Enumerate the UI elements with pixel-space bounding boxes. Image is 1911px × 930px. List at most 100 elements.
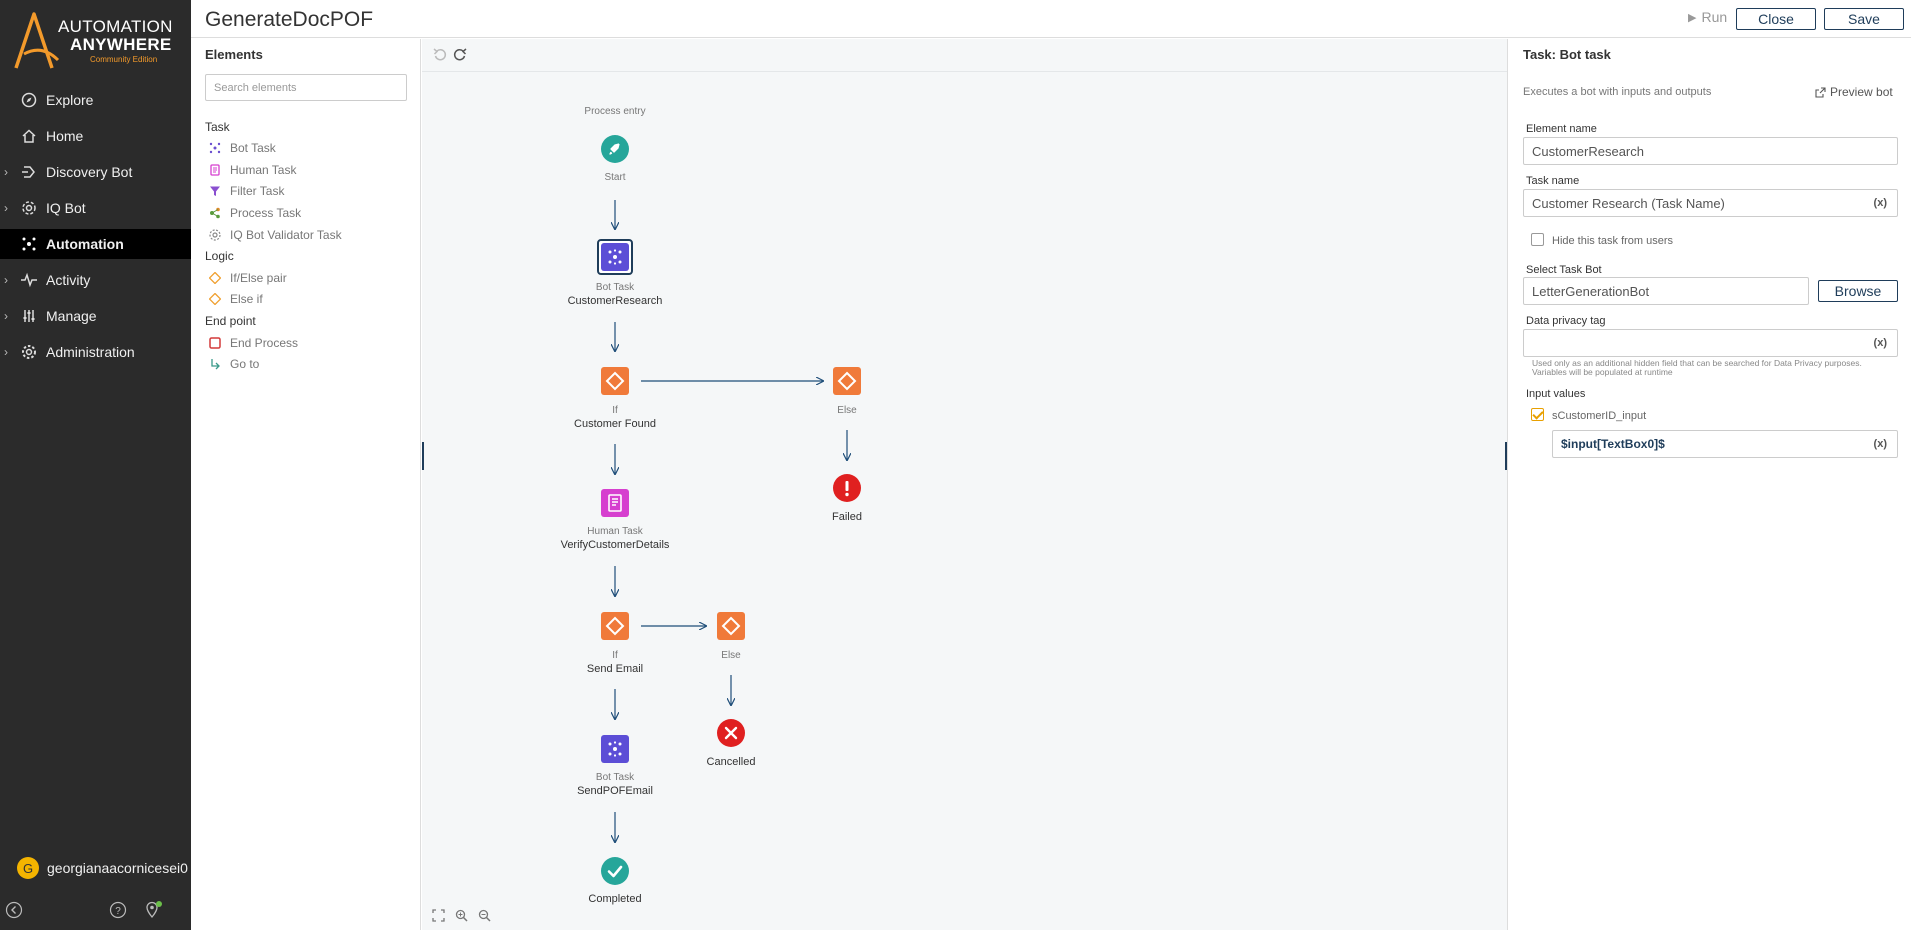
- close-button[interactable]: Close: [1736, 8, 1816, 30]
- element-bot-task[interactable]: Bot Task: [209, 141, 276, 155]
- element-go-to[interactable]: Go to: [209, 357, 259, 371]
- task-name-field[interactable]: Customer Research (Task Name) (x): [1523, 189, 1898, 217]
- error-icon: [833, 474, 861, 502]
- nav-item-explore[interactable]: Explore: [0, 85, 191, 115]
- svg-text:?: ?: [115, 906, 121, 917]
- if-customer-found-node[interactable]: [601, 367, 629, 395]
- hide-task-label: Hide this task from users: [1552, 235, 1674, 247]
- element-iq-bot-validator-task[interactable]: IQ Bot Validator Task: [209, 228, 342, 242]
- completed-node[interactable]: [601, 857, 629, 885]
- goto-icon: [209, 358, 221, 370]
- nav-item-administration[interactable]: › Administration: [0, 337, 191, 367]
- iq-validator-icon: [209, 229, 221, 241]
- browse-button[interactable]: Browse: [1818, 280, 1898, 302]
- play-icon: ▶: [1688, 11, 1697, 24]
- brand-edition: Community Edition: [90, 55, 158, 64]
- node-name-label: Completed: [588, 893, 642, 905]
- nav-item-label: Explore: [46, 92, 94, 108]
- user-name: georgianaacornicesei0: [47, 860, 188, 876]
- fit-to-screen-icon[interactable]: [430, 907, 446, 923]
- human-task-verify-node[interactable]: [601, 489, 629, 517]
- input-variable-checkbox[interactable]: [1531, 408, 1544, 421]
- zoom-out-icon[interactable]: [476, 907, 492, 923]
- category-end-point: End point: [205, 314, 256, 328]
- element-filter-task[interactable]: Filter Task: [209, 184, 284, 198]
- input-variable-label: sCustomerID_input: [1552, 410, 1647, 422]
- nav-item-manage[interactable]: › Manage: [0, 301, 191, 331]
- help-icon[interactable]: ?: [108, 900, 128, 920]
- if-send-email-node[interactable]: [601, 612, 629, 640]
- element-else-if[interactable]: Else if: [209, 292, 263, 306]
- else-node-1[interactable]: [833, 367, 861, 395]
- nav-item-automation[interactable]: Automation: [0, 229, 191, 259]
- left-panel-resize-handle[interactable]: [422, 442, 424, 470]
- hide-task-checkbox[interactable]: [1531, 233, 1544, 246]
- element-label: Else if: [230, 292, 263, 306]
- element-end-process[interactable]: End Process: [209, 336, 298, 350]
- properties-panel: Task: Bot task Executes a bot with input…: [1507, 39, 1911, 930]
- data-privacy-tag-label: Data privacy tag: [1526, 315, 1606, 327]
- nav-item-label: IQ Bot: [46, 200, 86, 216]
- start-node[interactable]: [601, 135, 629, 163]
- failed-node[interactable]: [833, 474, 861, 502]
- cancelled-node[interactable]: [717, 719, 745, 747]
- nav-item-label: Home: [46, 128, 84, 144]
- collapse-nav-icon[interactable]: [4, 900, 24, 920]
- nav-item-activity[interactable]: › Activity: [0, 265, 191, 295]
- element-label: IQ Bot Validator Task: [230, 228, 342, 242]
- chevron-right-icon: ›: [4, 345, 8, 359]
- input-variable-value-field[interactable]: $input[TextBox0]$ (x): [1552, 430, 1898, 458]
- task-name-value: Customer Research (Task Name): [1532, 195, 1725, 211]
- logo[interactable]: AUTOMATION ANYWHERE Community Edition: [12, 10, 182, 72]
- element-human-task[interactable]: Human Task: [209, 163, 296, 177]
- preview-bot-link[interactable]: Preview bot: [1815, 85, 1893, 99]
- element-label: Go to: [230, 357, 260, 371]
- search-elements-input[interactable]: [205, 74, 407, 101]
- node-type-label: Else: [721, 650, 741, 661]
- node-name-label: Customer Found: [574, 418, 656, 430]
- discovery-icon: [20, 163, 38, 181]
- variable-insert-button[interactable]: (x): [1874, 197, 1887, 209]
- save-button[interactable]: Save: [1824, 8, 1904, 30]
- node-name-label: Send Email: [586, 663, 644, 675]
- else-node-2[interactable]: [717, 612, 745, 640]
- brand-name-line2: ANYWHERE: [70, 35, 172, 54]
- category-logic: Logic: [205, 249, 234, 263]
- nav-item-home[interactable]: Home: [0, 121, 191, 151]
- element-process-task[interactable]: Process Task: [209, 206, 301, 220]
- bot-task-icon: [209, 142, 221, 154]
- left-nav: AUTOMATION ANYWHERE Community Edition Ex…: [0, 0, 191, 930]
- bot-task-send-pof-email-node[interactable]: [601, 735, 629, 763]
- data-privacy-tag-field[interactable]: (x): [1523, 329, 1898, 357]
- user-profile[interactable]: G georgianaacornicesei0: [17, 857, 188, 879]
- variable-insert-button[interactable]: (x): [1874, 438, 1887, 450]
- nav-footer: ?: [0, 898, 191, 924]
- header: GenerateDocPOF ▶ Run Close Save: [191, 0, 1911, 38]
- location-pin-icon[interactable]: [144, 900, 164, 920]
- node-type-label: Else: [837, 405, 857, 416]
- redo-icon[interactable]: [452, 47, 468, 63]
- select-task-bot-label: Select Task Bot: [1526, 264, 1602, 276]
- element-name-label: Element name: [1526, 123, 1597, 135]
- flow-canvas[interactable]: Process entry Start Bot Task CustomerRes…: [422, 39, 1507, 930]
- if-diamond-icon: [601, 367, 629, 395]
- home-icon: [20, 127, 38, 145]
- nav-item-iq-bot[interactable]: › IQ Bot: [0, 193, 191, 223]
- bot-task-customer-research-node[interactable]: [597, 239, 633, 275]
- elements-panel-title: Elements: [205, 47, 263, 62]
- zoom-in-icon[interactable]: [453, 907, 469, 923]
- start-node-label: Start: [604, 172, 626, 183]
- run-button[interactable]: ▶ Run: [1688, 9, 1727, 25]
- gear-icon: [20, 343, 38, 361]
- element-if-else-pair[interactable]: If/Else pair: [209, 271, 287, 285]
- node-name-label: SendPOFEmail: [577, 785, 653, 797]
- activity-icon: [20, 271, 38, 289]
- task-bot-field[interactable]: LetterGenerationBot: [1523, 277, 1809, 305]
- node-name-label: VerifyCustomerDetails: [560, 539, 670, 551]
- nav-item-discovery-bot[interactable]: › Discovery Bot: [0, 157, 191, 187]
- nav-item-label: Manage: [46, 308, 97, 324]
- undo-icon[interactable]: [432, 47, 448, 63]
- element-name-field[interactable]: CustomerResearch: [1523, 137, 1898, 165]
- properties-title: Task: Bot task: [1523, 47, 1611, 62]
- variable-insert-button[interactable]: (x): [1874, 337, 1887, 349]
